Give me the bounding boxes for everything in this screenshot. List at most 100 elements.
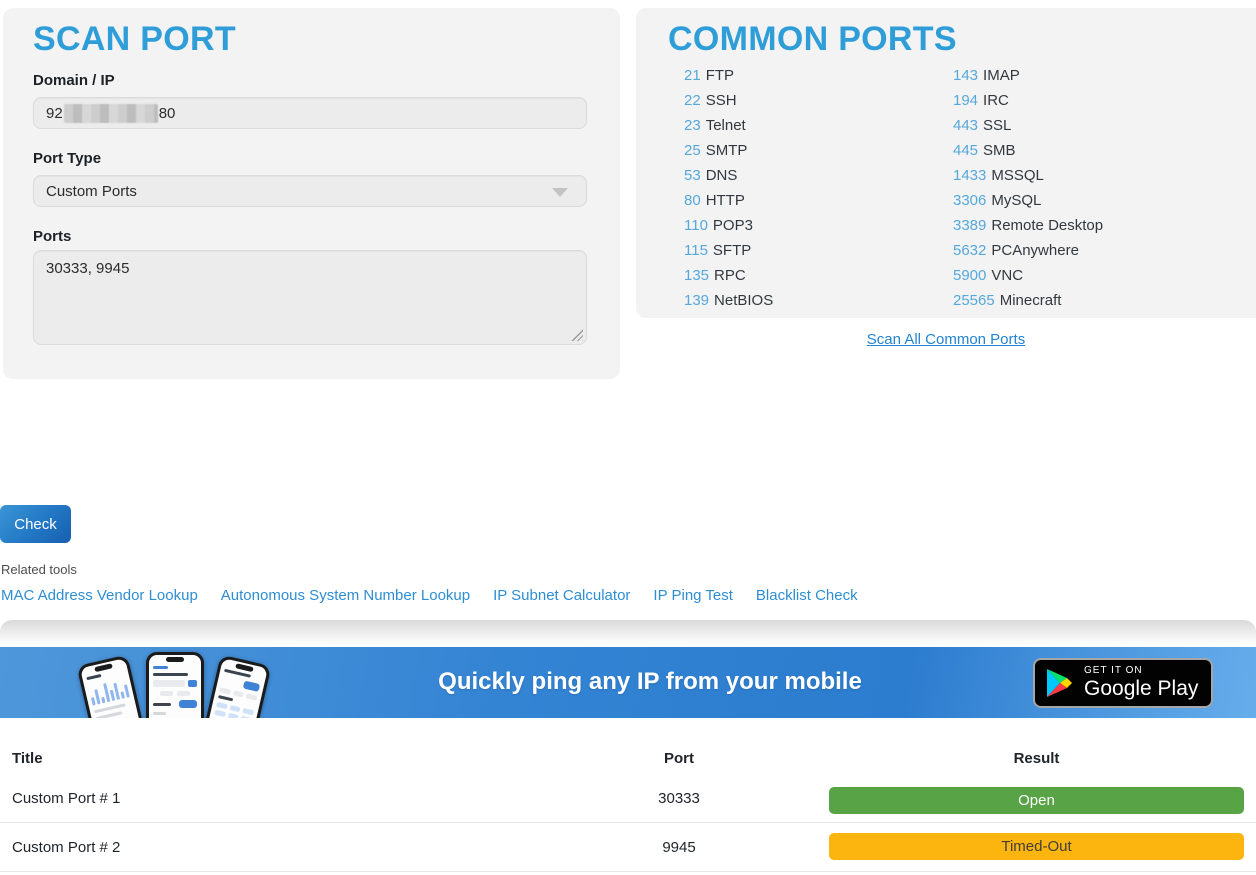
common-port-item[interactable]: 80 HTTP [684,192,773,217]
google-play-large-text: Google Play [1084,677,1198,701]
common-ports-panel: COMMON PORTS 21 FTP 22SSH 23 Telnet 25 SMTP… [636,8,1256,318]
common-port-item[interactable]: 5900 VNC [953,267,1103,292]
common-port-item[interactable]: 3389 Remote Desktop [953,217,1103,242]
phone-mockup-left [77,655,152,718]
port-name: SSL [983,117,1011,134]
port-name: SMB [983,142,1016,159]
port-number: 23 [684,117,701,134]
port-name: POP3 [713,217,753,234]
port-type-label: Port Type [33,150,101,167]
result-row-title: Custom Port # 2 [12,839,120,856]
related-link-blacklist-check[interactable]: Blacklist Check [756,587,858,604]
common-port-item[interactable]: 135 RPC [684,267,773,292]
phone-mockup-right [197,655,272,718]
port-name: VNC [991,267,1023,284]
port-name: RPC [714,267,746,284]
common-port-item[interactable]: 3306MySQL [953,192,1103,217]
scan-all-common-ports-link[interactable]: Scan All Common Ports [867,331,1025,348]
common-port-item[interactable]: 25565 Minecraft [953,292,1103,317]
common-ports-title: COMMON PORTS [668,20,957,59]
common-port-item[interactable]: 110 POP3 [684,217,773,242]
status-badge-timed-out: Timed-Out [829,833,1244,860]
phone-notch [235,663,254,672]
port-name: SMTP [706,142,748,159]
chevron-down-icon [552,188,568,197]
port-type-selected-value: Custom Ports [46,183,137,200]
common-port-item[interactable]: 115SFTP [684,242,773,267]
common-port-item[interactable]: 445 SMB [953,142,1103,167]
port-name: PCAnywhere [991,242,1079,259]
port-number: 3306 [953,192,986,209]
related-link-ip-subnet-calculator[interactable]: IP Subnet Calculator [493,587,630,604]
port-number: 53 [684,167,701,184]
banner-headline: Quickly ping any IP from your mobile [438,668,862,696]
port-name: HTTP [706,192,745,209]
check-button[interactable]: Check [0,505,71,543]
port-number: 139 [684,292,709,309]
port-number: 5632 [953,242,986,259]
port-name: Minecraft [1000,292,1062,309]
port-name: IRC [983,92,1009,109]
port-name: FTP [706,67,734,84]
common-port-item[interactable]: 53 DNS [684,167,773,192]
mini-bar-chart [88,676,130,706]
resize-grip-icon[interactable] [570,328,583,341]
row-divider [0,822,1256,823]
port-number: 115 [684,242,708,259]
port-name: SSH [706,92,737,109]
related-tools-label: Related tools [1,562,77,577]
related-link-asn-lookup[interactable]: Autonomous System Number Lookup [221,587,470,604]
port-number: 143 [953,67,978,84]
common-port-item[interactable]: 21 FTP [684,67,773,92]
common-port-item[interactable]: 139 NetBIOS [684,292,773,317]
result-row-title: Custom Port # 1 [12,790,120,807]
related-link-mac-address-vendor-lookup[interactable]: MAC Address Vendor Lookup [1,587,198,604]
common-port-item[interactable]: 143 IMAP [953,67,1103,92]
ports-value: 30333, 9945 [46,260,129,277]
common-port-item[interactable]: 1433MSSQL [953,167,1103,192]
port-number: 445 [953,142,978,159]
port-number: 110 [684,217,708,234]
port-name: DNS [706,167,738,184]
common-port-item[interactable]: 443 SSL [953,117,1103,142]
google-play-badge[interactable]: GET IT ON Google Play [1033,658,1213,708]
scan-port-panel: SCAN PORT Domain / IP 92 80 Port Type Cu… [3,8,620,379]
common-ports-column-left: 21 FTP 22SSH 23 Telnet 25 SMTP 53 DNS 80 HTTP… [684,67,773,317]
port-number: 25 [684,142,701,159]
row-divider [0,871,1256,872]
port-name: Telnet [706,117,746,134]
domain-ip-input[interactable]: 92 80 [33,97,587,129]
port-number: 135 [684,267,709,284]
result-row-port: 9945 [629,839,729,856]
mobile-app-banner: Quickly ping any IP from your mobile GET… [0,647,1256,718]
common-port-item[interactable]: 22SSH [684,92,773,117]
port-name: NetBIOS [714,292,773,309]
port-number: 25565 [953,292,995,309]
common-port-item[interactable]: 194 IRC [953,92,1103,117]
ports-textarea[interactable]: 30333, 9945 [33,250,587,345]
port-name: IMAP [983,67,1020,84]
port-number: 443 [953,117,978,134]
port-number: 5900 [953,267,986,284]
port-number: 80 [684,192,701,209]
port-number: 3389 [953,217,986,234]
common-port-item[interactable]: 23 Telnet [684,117,773,142]
result-row-port: 30333 [629,790,729,807]
port-name: MSSQL [991,167,1044,184]
scan-port-title: SCAN PORT [33,20,236,59]
port-name: Remote Desktop [991,217,1103,234]
port-type-select[interactable]: Custom Ports [33,175,587,207]
results-header-result: Result [829,750,1244,767]
port-number: 194 [953,92,978,109]
google-play-icon [1047,669,1073,697]
domain-ip-value-prefix: 92 [46,105,63,122]
common-port-item[interactable]: 5632 PCAnywhere [953,242,1103,267]
common-port-item[interactable]: 25 SMTP [684,142,773,167]
related-link-ip-ping-test[interactable]: IP Ping Test [653,587,733,604]
redacted-ip-segment [64,104,158,123]
domain-ip-value-suffix: 80 [159,105,176,122]
phone-mockup-center [146,652,204,718]
common-ports-column-right: 143 IMAP 194 IRC 443 SSL 445 SMB 1433MSSQL 3… [953,67,1103,317]
port-number: 21 [684,67,701,84]
status-badge-open: Open [829,787,1244,814]
